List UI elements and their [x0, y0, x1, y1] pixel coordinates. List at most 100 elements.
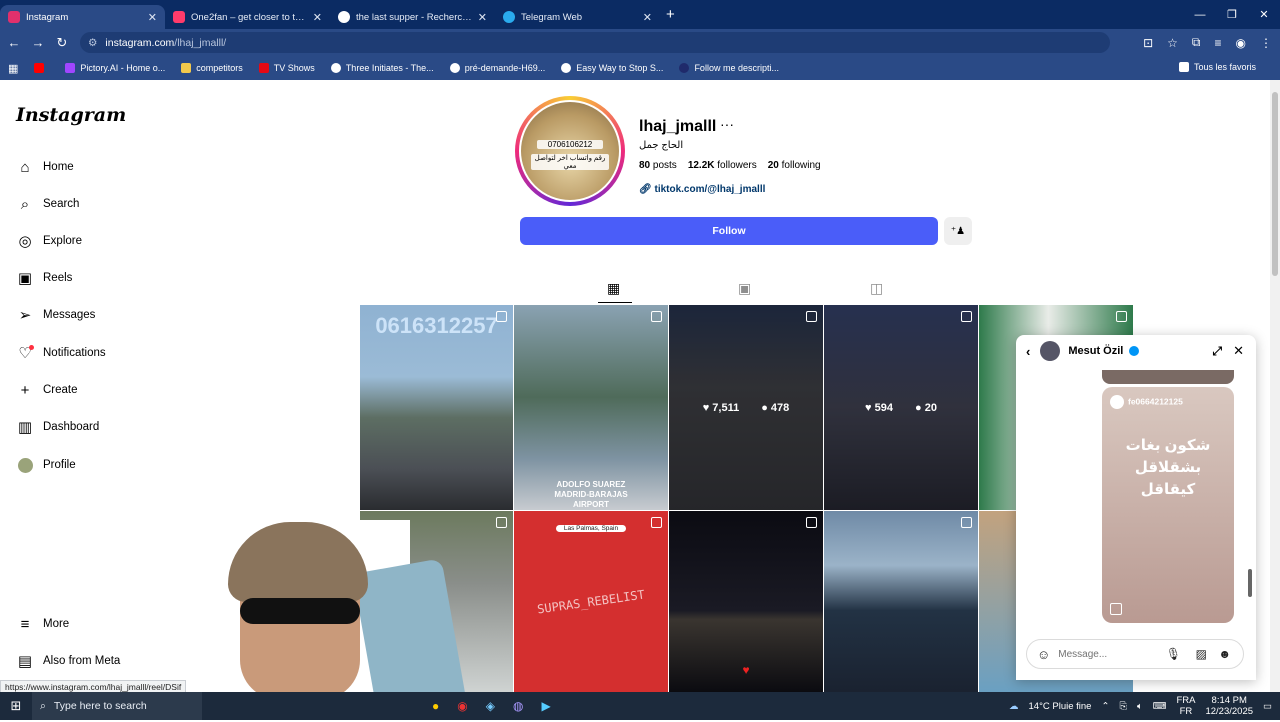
- bookmark-easy-way[interactable]: Easy Way to Stop S...: [561, 63, 663, 73]
- sidebar-item-profile[interactable]: Profile: [16, 456, 76, 474]
- close-icon[interactable]: ✕: [478, 11, 487, 24]
- taskbar-app-icon[interactable]: ◈: [486, 699, 495, 713]
- message-input[interactable]: ☺ Message... 🎙︎ ▨ ☻: [1026, 639, 1244, 669]
- sidebar-item-notifications[interactable]: ♡ Notifications: [16, 344, 106, 362]
- tab-instagram[interactable]: Instagram ✕: [0, 5, 165, 29]
- close-icon[interactable]: ✕: [643, 11, 652, 24]
- sidebar-item-home[interactable]: ⌂ Home: [16, 158, 73, 176]
- chat-avatar[interactable]: [1040, 341, 1061, 361]
- post-tile[interactable]: ADOLFO SUAREZ MADRID-BARAJAS AIRPORT: [514, 305, 668, 510]
- notifications-icon[interactable]: ▭: [1263, 701, 1272, 712]
- windows-start-icon[interactable]: ⊞: [0, 692, 32, 720]
- tab-one2fan[interactable]: One2fan – get closer to the cre ✕: [165, 5, 330, 29]
- home-icon: ⌂: [20, 158, 30, 176]
- bookmark-star-icon[interactable]: ☆: [1167, 36, 1178, 50]
- sidebar-item-more[interactable]: ≡ More: [16, 615, 70, 633]
- chat-previous-media[interactable]: [1102, 370, 1234, 384]
- tab-tagged-icon[interactable]: ◫: [870, 280, 883, 297]
- new-tab-button[interactable]: +: [666, 6, 675, 23]
- menu-icon[interactable]: ⋮: [1260, 36, 1272, 50]
- sidebar-item-reels[interactable]: ▣ Reels: [16, 269, 73, 287]
- bookmark-competitors[interactable]: competitors: [181, 63, 243, 73]
- profile-link[interactable]: 🔗︎ tiktok.com/@lhaj_jmalll: [639, 184, 765, 195]
- more-options-icon[interactable]: ···: [720, 116, 734, 132]
- close-icon[interactable]: ✕: [1233, 343, 1244, 359]
- close-icon[interactable]: ✕: [313, 11, 322, 24]
- minimize-icon[interactable]: —: [1184, 0, 1216, 29]
- message-popup: ‹ Mesut Özil ⤢ ✕ fe0664212125 شكون بغات …: [1016, 335, 1256, 680]
- keyboard-icon[interactable]: ⌨: [1153, 701, 1167, 712]
- bookmark-youtube[interactable]: [34, 63, 49, 73]
- shared-reel[interactable]: fe0664212125 شكون بغات بشقلاقل كيقاقل: [1102, 387, 1234, 623]
- tab-telegram[interactable]: Telegram Web ✕: [495, 5, 660, 29]
- sidebar-item-also-from-meta[interactable]: ▤ Also from Meta: [16, 652, 120, 670]
- site-info-icon[interactable]: ⚙: [88, 37, 97, 49]
- bookmark-tv-shows[interactable]: TV Shows: [258, 63, 315, 73]
- extensions-icon[interactable]: ⧉: [1192, 35, 1201, 50]
- forward-icon[interactable]: →: [26, 35, 50, 50]
- search-icon: ⌕: [20, 195, 30, 213]
- instagram-logo[interactable]: Instagram: [16, 104, 126, 126]
- followers-count[interactable]: 12.2K followers: [688, 160, 757, 171]
- post-tile[interactable]: ♥ 594 ● 20: [824, 305, 978, 510]
- reload-icon[interactable]: ↻: [50, 35, 74, 51]
- chevron-up-icon[interactable]: ⌃: [1101, 701, 1109, 712]
- all-bookmarks[interactable]: Tous les favoris: [1178, 62, 1256, 72]
- microphone-icon[interactable]: 🎙︎: [1166, 647, 1181, 661]
- reel-icon: [961, 311, 972, 322]
- image-icon[interactable]: ▨: [1196, 647, 1207, 661]
- weather-icon[interactable]: ☁: [1009, 701, 1019, 712]
- sidebar-item-search[interactable]: ⌕ Search: [16, 195, 80, 213]
- profile-avatar[interactable]: 0706106212 رقم واتساب اخر لتواصل معي: [519, 100, 621, 202]
- post-tile[interactable]: ♥: [669, 511, 823, 692]
- restore-icon[interactable]: ❐: [1216, 0, 1248, 29]
- window-close-icon[interactable]: ✕: [1248, 0, 1280, 29]
- post-tile[interactable]: ♥ 7,511 ● 478: [669, 305, 823, 510]
- volume-icon[interactable]: 🔈︎: [1137, 701, 1143, 712]
- scroll-thumb[interactable]: [1272, 92, 1278, 276]
- tab-reels-icon[interactable]: ▣: [738, 280, 751, 297]
- language-indicator[interactable]: FRA FR: [1176, 695, 1195, 717]
- back-icon[interactable]: ←: [2, 35, 26, 50]
- tab-posts-grid-icon[interactable]: ▦: [607, 280, 620, 297]
- chat-username[interactable]: Mesut Özil: [1068, 345, 1123, 357]
- url-field[interactable]: ⚙ instagram.com/lhaj_jmalll/: [80, 32, 1110, 53]
- network-icon[interactable]: ⎘: [1119, 701, 1127, 712]
- sidebar-item-create[interactable]: + Create: [16, 381, 78, 399]
- expand-icon[interactable]: ⤢: [1212, 344, 1222, 359]
- streamer-sunglasses: [240, 598, 360, 624]
- page-scrollbar[interactable]: [1270, 80, 1280, 692]
- follow-button[interactable]: Follow: [520, 217, 938, 245]
- reel-icon: [806, 311, 817, 322]
- emoji-icon[interactable]: ☺: [1037, 647, 1050, 662]
- taskbar-search[interactable]: ⌕ Type here to search: [32, 692, 202, 720]
- bookmark-follow-me[interactable]: Follow me descripti...: [679, 63, 779, 73]
- install-icon[interactable]: ⊡: [1143, 36, 1153, 50]
- media-icon[interactable]: ≡: [1215, 36, 1222, 50]
- taskbar-app-icon[interactable]: ▶: [541, 699, 550, 713]
- bookmark-pictory[interactable]: Pictory.AI - Home o...: [65, 63, 165, 73]
- following-count[interactable]: 20 following: [768, 160, 821, 171]
- profile-avatar-icon[interactable]: ◉: [1236, 36, 1246, 50]
- tab-label: Instagram: [26, 11, 69, 23]
- taskbar-app-icon[interactable]: ◉: [457, 699, 467, 713]
- close-icon[interactable]: ✕: [148, 11, 157, 24]
- post-tile[interactable]: Las Palmas, Spain SUPRAS_REBELIST: [514, 511, 668, 692]
- apps-icon[interactable]: ▦: [8, 62, 18, 75]
- sidebar-item-messages[interactable]: ➢ Messages: [16, 306, 96, 324]
- taskbar-app-icon[interactable]: ●: [432, 699, 439, 713]
- chevron-left-icon[interactable]: ‹: [1026, 344, 1030, 359]
- sidebar-item-dashboard[interactable]: ▥ Dashboard: [16, 418, 99, 436]
- sidebar-item-explore[interactable]: ◎ Explore: [16, 232, 82, 250]
- clock[interactable]: 8:14 PM 12/23/2025: [1205, 695, 1253, 717]
- suggest-users-icon[interactable]: ⁺♟: [944, 217, 972, 245]
- bookmark-pre-demande[interactable]: pré-demande-H69...: [449, 63, 545, 73]
- post-tile[interactable]: [824, 511, 978, 692]
- sticker-icon[interactable]: ☻: [1218, 647, 1231, 661]
- tab-google-search[interactable]: the last supper - Recherche Go ✕: [330, 5, 495, 29]
- weather-text[interactable]: 14°C Pluie fine: [1029, 701, 1092, 712]
- post-tile[interactable]: 0616312257: [360, 305, 513, 510]
- chat-scrollbar[interactable]: [1248, 369, 1252, 629]
- taskbar-app-icon[interactable]: ◍: [513, 699, 523, 713]
- bookmark-three-initiates[interactable]: Three Initiates - The...: [330, 63, 434, 73]
